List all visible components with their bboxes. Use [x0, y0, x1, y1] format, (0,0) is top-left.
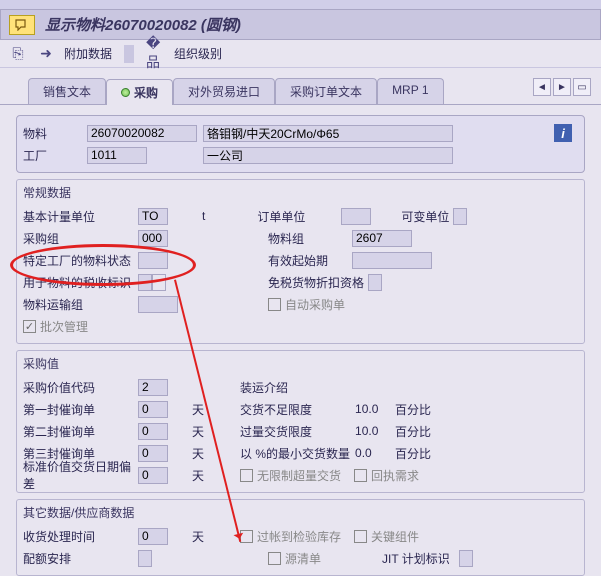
- unlimited-checkbox: [240, 469, 253, 482]
- tab-next-icon[interactable]: ►: [553, 78, 571, 96]
- reminder1-field: [138, 401, 168, 418]
- batch-mgmt-checkbox: [23, 320, 36, 333]
- group-general: 常规数据 基本计量单位t订单单位可变单位 采购组物料组 特定工厂的物料状态有效起…: [16, 179, 585, 344]
- group-purch-title: 采购值: [17, 353, 584, 374]
- reminder3-field: [138, 445, 168, 462]
- jit-field: [459, 550, 473, 567]
- page-title: 显示物料26070020082 (圆钢): [45, 14, 241, 35]
- shipping-grp-field: [138, 296, 178, 313]
- ack-req-checkbox: [354, 469, 367, 482]
- plant-field: [87, 147, 147, 164]
- var-unit-field: [453, 208, 467, 225]
- tab-po-text[interactable]: 采购订单文本: [275, 78, 377, 104]
- tab-bar: 销售文本 采购 对外贸易进口 采购订单文本 MRP 1 ◄ ► ▭: [0, 78, 601, 105]
- active-dot-icon: [121, 88, 130, 97]
- tab-sales-text[interactable]: 销售文本: [28, 78, 106, 104]
- quota-field: [138, 550, 152, 567]
- purch-value-code-field: [138, 379, 168, 396]
- plant-status-field: [138, 252, 168, 269]
- arrow-icon[interactable]: ➜: [36, 44, 56, 64]
- plant-label: 工厂: [23, 147, 87, 164]
- critical-checkbox: [354, 530, 367, 543]
- material-field: [87, 125, 197, 142]
- valid-from-field: [352, 252, 432, 269]
- matl-group-field: [352, 230, 412, 247]
- std-deviation-field: [138, 467, 168, 484]
- group-purch-values: 采购值 采购价值代码装运介绍 第一封催询单天交货不足限度10.0百分比 第二封催…: [16, 350, 585, 493]
- group-other: 其它数据/供应商数据 收货处理时间天过帐到检验库存关键组件 配额安排源清单JIT…: [16, 499, 585, 576]
- source-list-checkbox: [268, 552, 281, 565]
- tab-purchasing[interactable]: 采购: [106, 79, 173, 105]
- tab-foreign-trade[interactable]: 对外贸易进口: [173, 78, 275, 104]
- plant-desc-field: [203, 147, 453, 164]
- basic-area: 物料 i 工厂: [16, 115, 585, 173]
- info-icon[interactable]: i: [554, 124, 572, 142]
- purch-group-field: [138, 230, 168, 247]
- base-uom-field: [138, 208, 168, 225]
- org-icon[interactable]: �品: [146, 44, 166, 64]
- note-icon: [9, 15, 35, 35]
- tab-mrp1[interactable]: MRP 1: [377, 78, 443, 104]
- tax-help-icon[interactable]: [152, 274, 166, 291]
- toolbar-addl-data[interactable]: 附加数据: [64, 45, 112, 62]
- post-inspect-checkbox: [240, 530, 253, 543]
- tax-ind-field: [138, 274, 152, 291]
- toolbar-org-level[interactable]: 组织级别: [174, 45, 222, 62]
- group-other-title: 其它数据/供应商数据: [17, 502, 584, 523]
- gr-time-field: [138, 528, 168, 545]
- material-label: 物料: [23, 125, 87, 142]
- order-unit-field: [341, 208, 371, 225]
- toolbar: ⎘ ➜ 附加数据 �品 组织级别: [0, 40, 601, 68]
- toolbar-icon-1[interactable]: ⎘: [8, 44, 28, 64]
- reminder2-field: [138, 423, 168, 440]
- tab-prev-icon[interactable]: ◄: [533, 78, 551, 96]
- window-header: 显示物料26070020082 (圆钢): [0, 10, 601, 40]
- group-general-title: 常规数据: [17, 182, 584, 203]
- material-desc-field: [203, 125, 453, 142]
- discount-field: [368, 274, 382, 291]
- tab-list-icon[interactable]: ▭: [573, 78, 591, 96]
- auto-po-checkbox: [268, 298, 281, 311]
